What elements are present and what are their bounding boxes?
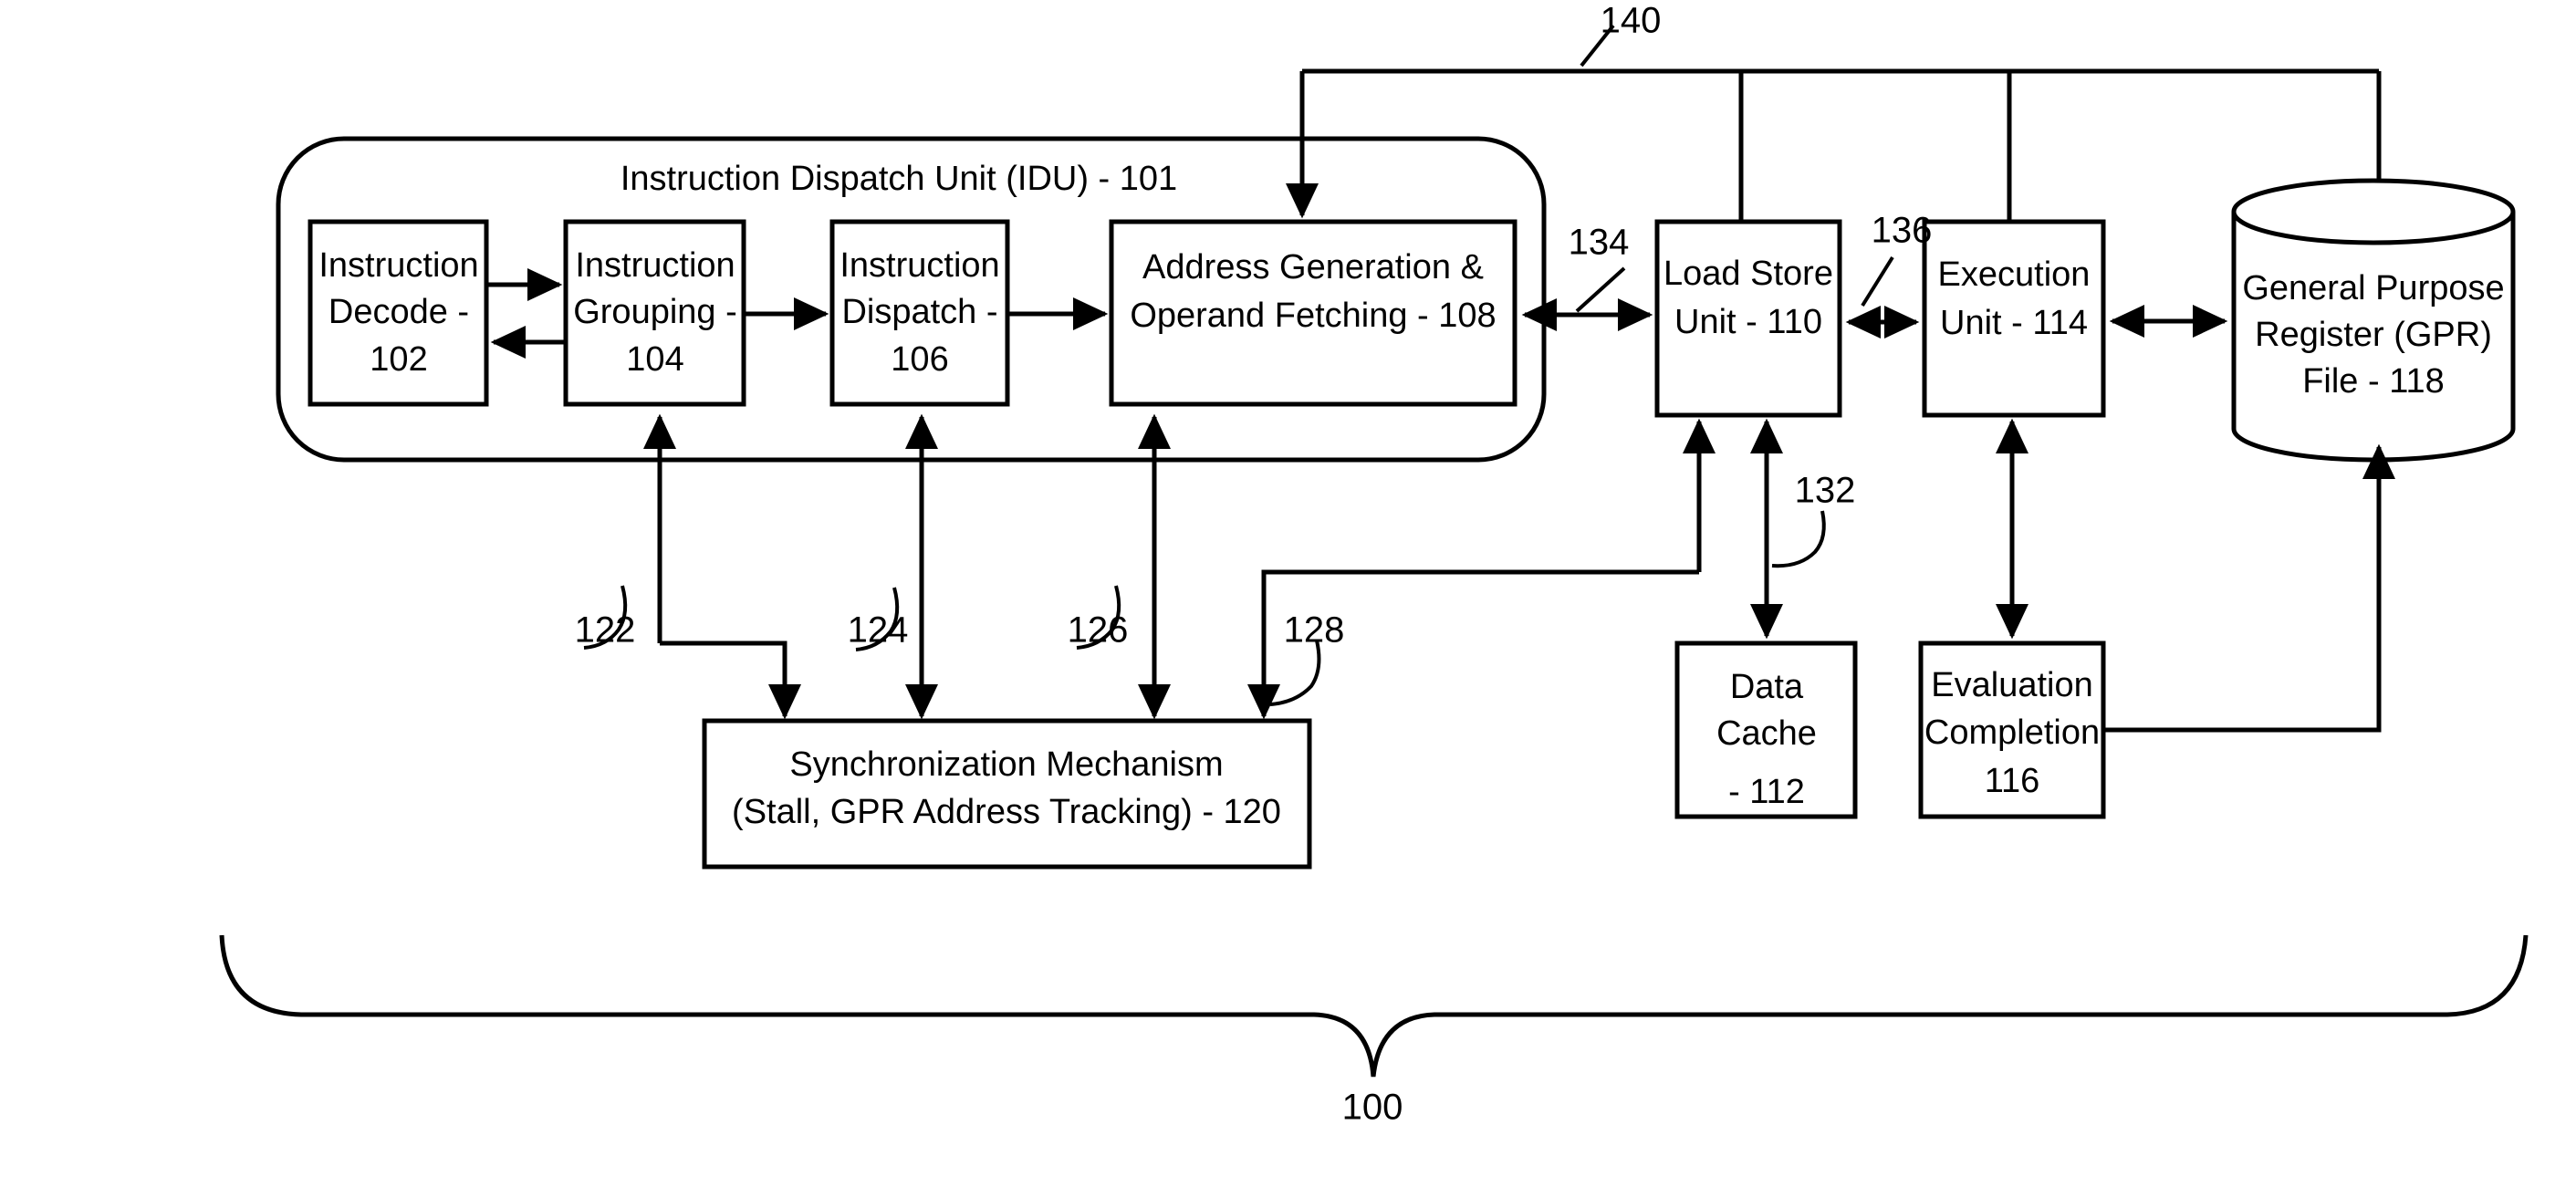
ref-numeral-126: 126 — [1068, 610, 1129, 651]
load-store-unit-line2: Unit - 110 — [1674, 303, 1822, 341]
synchronization-mechanism-line2: (Stall, GPR Address Tracking) - 120 — [732, 793, 1281, 831]
ref-numeral-136: 136 — [1872, 211, 1933, 251]
ref-numeral-134: 134 — [1569, 223, 1630, 263]
overall-system-brace — [219, 934, 2529, 1078]
data-cache-line1: Data — [1730, 668, 1804, 706]
synchronization-mechanism-line1: Synchronization Mechanism — [789, 745, 1223, 784]
leader-136 — [1861, 255, 1894, 307]
instruction-grouping-line2: Grouping - — [573, 293, 737, 331]
address-generation-line1: Address Generation & — [1142, 248, 1484, 286]
ref-numeral-128: 128 — [1284, 610, 1345, 651]
instruction-dispatch-line2: Dispatch - — [841, 293, 997, 331]
execution-unit-line1: Execution — [1938, 255, 2091, 294]
block-diagram: 140 Instruction Dispatch Unit (IDU) - 10… — [219, 1, 2529, 1128]
evaluation-completion-line1: Evaluation — [1931, 666, 2092, 704]
leader-134 — [1575, 266, 1626, 313]
figure-canvas: 140 Instruction Dispatch Unit (IDU) - 10… — [0, 0, 2576, 1177]
load-store-unit-line1: Load Store — [1663, 255, 1833, 293]
ref-numeral-124: 124 — [848, 610, 909, 651]
address-generation-line2: Operand Fetching - 108 — [1130, 297, 1496, 335]
bus-140-group — [1286, 24, 2382, 222]
data-cache-line3: - 112 — [1728, 773, 1805, 811]
ref-numeral-122: 122 — [575, 610, 636, 651]
ref-numeral-140: 140 — [1601, 1, 1662, 41]
gpr-file-line2: Register (GPR) — [2255, 316, 2492, 354]
wire-evaluation-completion-to-gpr — [2103, 443, 2395, 733]
wire-122-to-sync-mechanism — [660, 641, 801, 720]
leader-132 — [1771, 510, 1826, 568]
instruction-grouping-line1: Instruction — [575, 246, 735, 285]
evaluation-completion-line2: Completion — [1924, 713, 2100, 752]
instruction-decode-line3: 102 — [370, 340, 427, 379]
evaluation-completion-line3: 116 — [1985, 762, 2040, 800]
idu-title: Instruction Dispatch Unit (IDU) - 101 — [621, 160, 1177, 198]
data-cache-line2: Cache — [1716, 714, 1817, 753]
gpr-file-line3: File - 118 — [2302, 362, 2445, 401]
execution-unit-line2: Unit - 114 — [1940, 304, 2088, 342]
instruction-dispatch-line3: 106 — [891, 340, 948, 379]
ref-numeral-132: 132 — [1795, 471, 1856, 511]
gpr-file-line1: General Purpose — [2242, 269, 2504, 307]
ref-numeral-100: 100 — [1342, 1088, 1403, 1128]
instruction-grouping-line3: 104 — [626, 340, 683, 379]
instruction-decode-line1: Instruction — [318, 246, 478, 285]
instruction-decode-line2: Decode - — [329, 293, 469, 331]
instruction-dispatch-line1: Instruction — [840, 246, 999, 285]
